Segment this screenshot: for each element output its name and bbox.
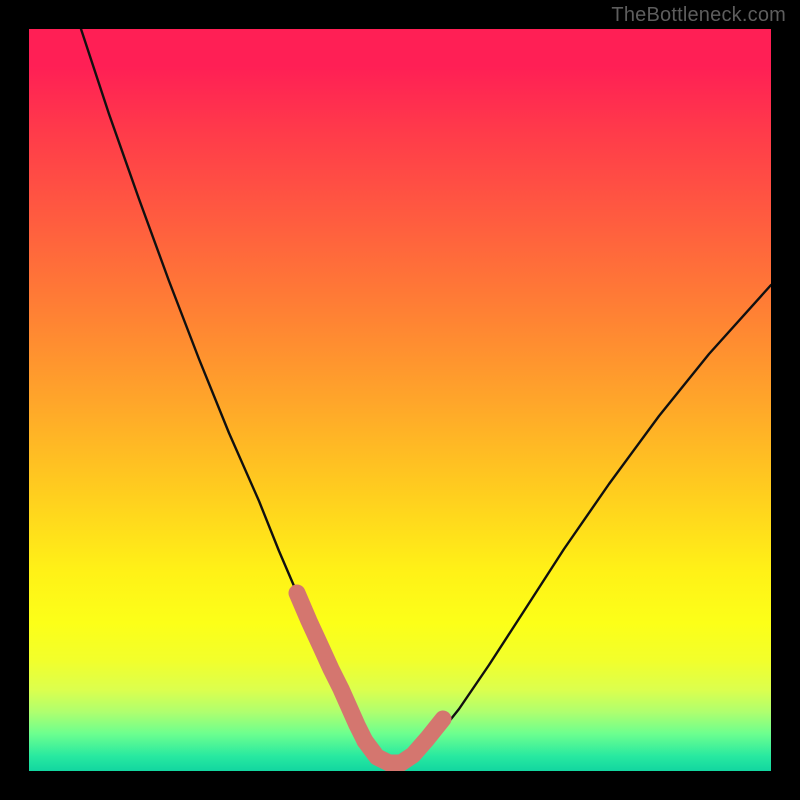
right-marker-segment <box>401 719 443 763</box>
watermark-text: TheBottleneck.com <box>611 4 786 27</box>
chart-stage: TheBottleneck.com <box>0 0 800 800</box>
curve-overlay <box>29 29 771 771</box>
left-marker-segment <box>297 593 365 741</box>
bottleneck-curve <box>81 29 771 765</box>
plot-area <box>29 29 771 771</box>
